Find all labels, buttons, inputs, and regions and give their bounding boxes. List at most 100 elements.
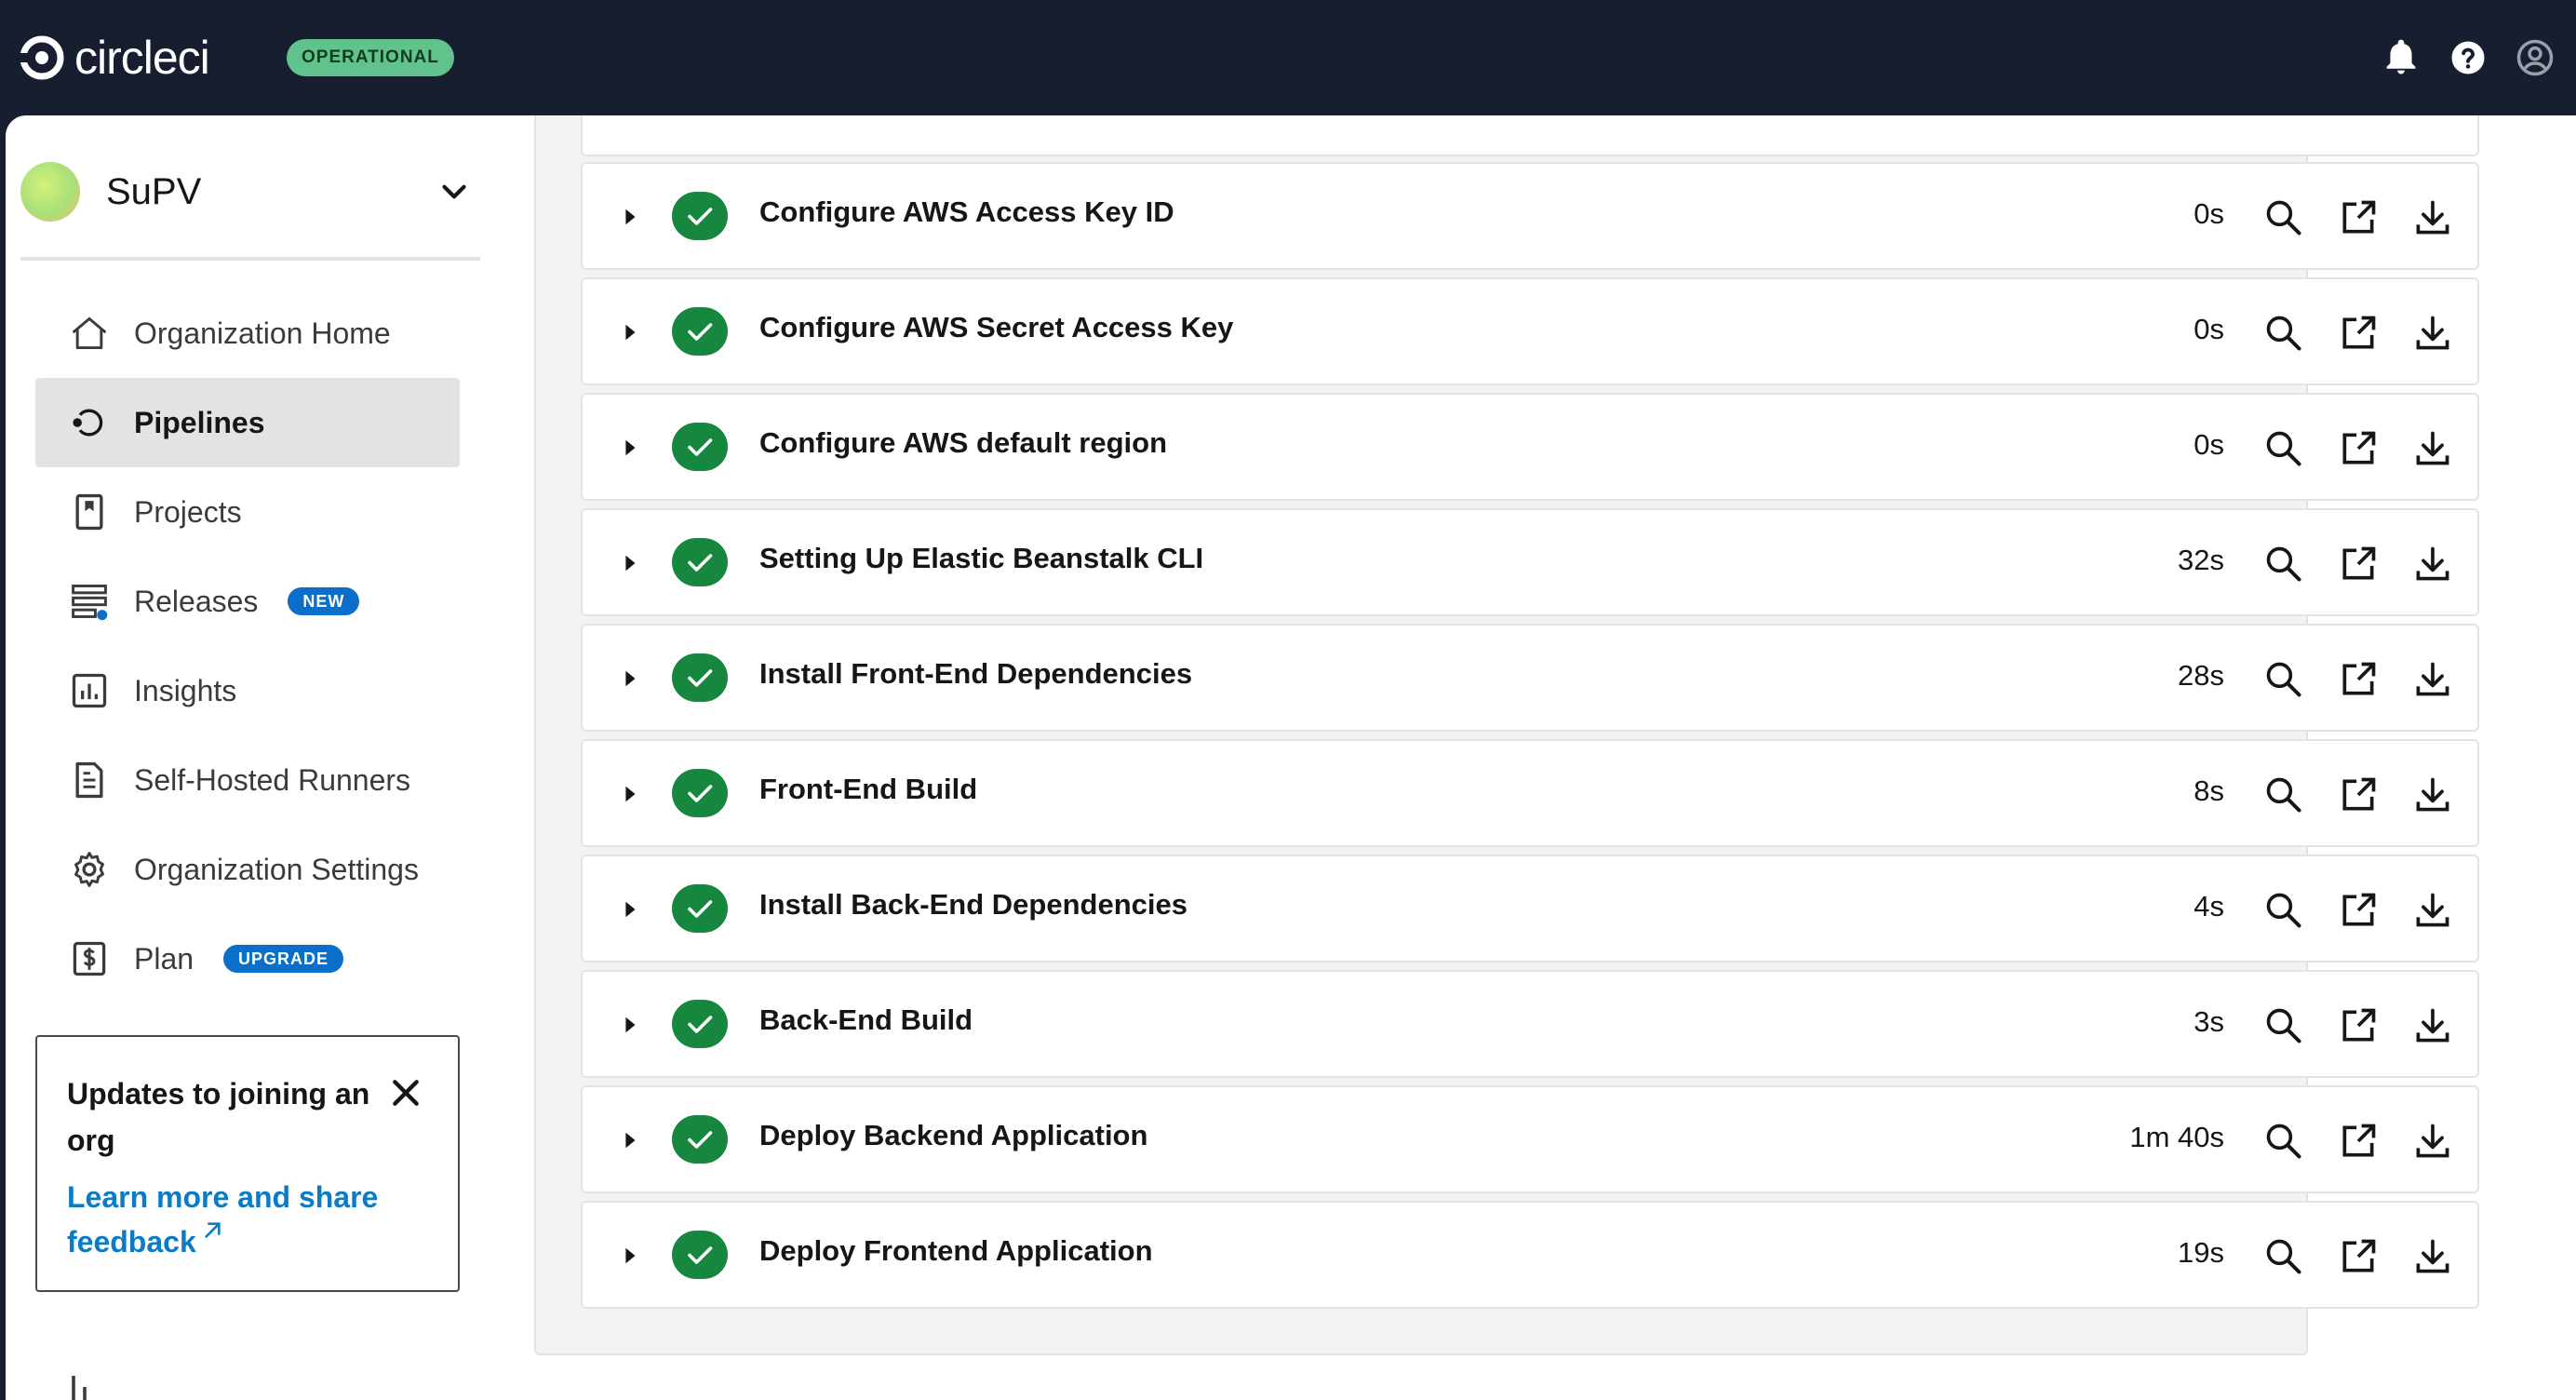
runners-icon [75, 761, 103, 799]
step-row-partial [581, 115, 2479, 156]
step-row[interactable]: Install Back-End Dependencies 4s [581, 855, 2479, 962]
search-step-button[interactable] [2261, 1119, 2306, 1164]
collapse-sidebar-icon[interactable] [65, 1370, 99, 1400]
download-icon [2416, 316, 2449, 350]
expand-arrow-icon[interactable] [620, 784, 640, 804]
expand-arrow-icon[interactable] [620, 899, 640, 920]
download-icon [2416, 1124, 2449, 1158]
sidebar-item-organization-settings[interactable]: Organization Settings [35, 825, 460, 914]
expand-arrow-icon[interactable] [620, 322, 640, 343]
step-name: Front-End Build [759, 773, 978, 805]
step-row[interactable]: Setting Up Elastic Beanstalk CLI 32s [581, 508, 2479, 616]
step-duration: 28s [2178, 659, 2224, 692]
circleci-logo[interactable]: circleci [19, 28, 210, 88]
search-icon [2266, 431, 2301, 466]
search-step-button[interactable] [2261, 773, 2306, 817]
open-in-new-icon [2342, 316, 2376, 349]
new-badge: NEW [288, 587, 360, 615]
download-step-output-button[interactable] [2410, 888, 2455, 933]
learn-more-link[interactable]: Learn more and share feedback [67, 1175, 402, 1264]
expand-arrow-icon[interactable] [620, 1015, 640, 1035]
sidebar-item-projects[interactable]: Projects [35, 467, 460, 557]
success-check-icon [672, 1231, 728, 1279]
search-icon [2266, 1124, 2301, 1159]
search-step-button[interactable] [2261, 888, 2306, 933]
step-row[interactable]: Back-End Build 3s [581, 970, 2479, 1078]
expand-arrow-icon[interactable] [620, 553, 640, 573]
download-step-output-button[interactable] [2410, 1119, 2455, 1164]
open-step-output-button[interactable] [2336, 542, 2381, 586]
download-step-output-button[interactable] [2410, 311, 2455, 356]
open-step-output-button[interactable] [2336, 888, 2381, 933]
search-icon [2266, 1239, 2301, 1274]
expand-arrow-icon[interactable] [620, 668, 640, 689]
step-row[interactable]: Deploy Backend Application 1m 40s [581, 1085, 2479, 1193]
step-name: Install Back-End Dependencies [759, 888, 1187, 921]
step-row[interactable]: Deploy Frontend Application 19s [581, 1201, 2479, 1309]
search-step-button[interactable] [2261, 542, 2306, 586]
open-step-output-button[interactable] [2336, 195, 2381, 240]
step-row[interactable]: Configure AWS Secret Access Key 0s [581, 277, 2479, 385]
top-bar: circleci OPERATIONAL [0, 0, 2576, 115]
sidebar-item-plan[interactable]: Plan UPGRADE [35, 914, 460, 1003]
step-name: Deploy Backend Application [759, 1119, 1148, 1151]
notifications-button[interactable] [2375, 32, 2427, 84]
expand-arrow-icon[interactable] [620, 207, 640, 227]
search-step-button[interactable] [2261, 311, 2306, 356]
step-duration: 0s [2194, 313, 2224, 345]
open-step-output-button[interactable] [2336, 1119, 2381, 1164]
download-step-output-button[interactable] [2410, 1234, 2455, 1279]
step-row[interactable]: Configure AWS default region 0s [581, 393, 2479, 501]
help-button[interactable] [2442, 32, 2494, 84]
search-icon [2266, 200, 2301, 236]
open-step-output-button[interactable] [2336, 1234, 2381, 1279]
bell-icon [2386, 39, 2416, 74]
step-duration: 3s [2194, 1005, 2224, 1038]
download-step-output-button[interactable] [2410, 1003, 2455, 1048]
expand-arrow-icon[interactable] [620, 1130, 640, 1151]
search-step-button[interactable] [2261, 1234, 2306, 1279]
sidebar-nav: Organization Home Pipelines Projects Rel… [35, 289, 460, 1003]
user-menu-button[interactable] [2509, 32, 2561, 84]
home-icon [72, 316, 107, 350]
org-switcher[interactable]: SuPV [20, 149, 480, 235]
sidebar-item-insights[interactable]: Insights [35, 646, 460, 735]
download-step-output-button[interactable] [2410, 542, 2455, 586]
success-check-icon [672, 192, 728, 240]
open-in-new-icon [2342, 200, 2376, 234]
download-step-output-button[interactable] [2410, 426, 2455, 471]
download-icon [2416, 1008, 2449, 1043]
open-step-output-button[interactable] [2336, 426, 2381, 471]
open-step-output-button[interactable] [2336, 311, 2381, 356]
search-step-button[interactable] [2261, 195, 2306, 240]
open-step-output-button[interactable] [2336, 657, 2381, 702]
close-icon[interactable] [387, 1074, 424, 1111]
sidebar-item-pipelines[interactable]: Pipelines [35, 378, 460, 467]
search-step-button[interactable] [2261, 426, 2306, 471]
open-in-new-icon [2342, 1008, 2376, 1042]
step-row[interactable]: Install Front-End Dependencies 28s [581, 624, 2479, 732]
expand-arrow-icon[interactable] [620, 1245, 640, 1266]
upgrade-badge[interactable]: UPGRADE [223, 945, 344, 973]
step-row[interactable]: Front-End Build 8s [581, 739, 2479, 847]
open-step-output-button[interactable] [2336, 1003, 2381, 1048]
success-check-icon [672, 423, 728, 471]
open-in-new-icon [2342, 662, 2376, 695]
step-name: Configure AWS default region [759, 426, 1168, 459]
search-step-button[interactable] [2261, 657, 2306, 702]
step-row[interactable]: Configure AWS Access Key ID 0s [581, 162, 2479, 270]
download-step-output-button[interactable] [2410, 773, 2455, 817]
expand-arrow-icon[interactable] [620, 438, 640, 458]
download-step-output-button[interactable] [2410, 657, 2455, 702]
sidebar-item-label: Insights [134, 673, 237, 707]
open-step-output-button[interactable] [2336, 773, 2381, 817]
chevron-down-icon [442, 184, 466, 199]
sidebar-item-self-hosted-runners[interactable]: Self-Hosted Runners [35, 735, 460, 825]
notice-title: Updates to joining an org [67, 1077, 370, 1157]
sidebar-item-organization-home[interactable]: Organization Home [35, 289, 460, 378]
status-badge[interactable]: OPERATIONAL [287, 39, 454, 76]
sidebar-item-releases[interactable]: Releases NEW [35, 557, 460, 646]
download-step-output-button[interactable] [2410, 195, 2455, 240]
search-step-button[interactable] [2261, 1003, 2306, 1048]
step-duration: 4s [2194, 890, 2224, 922]
